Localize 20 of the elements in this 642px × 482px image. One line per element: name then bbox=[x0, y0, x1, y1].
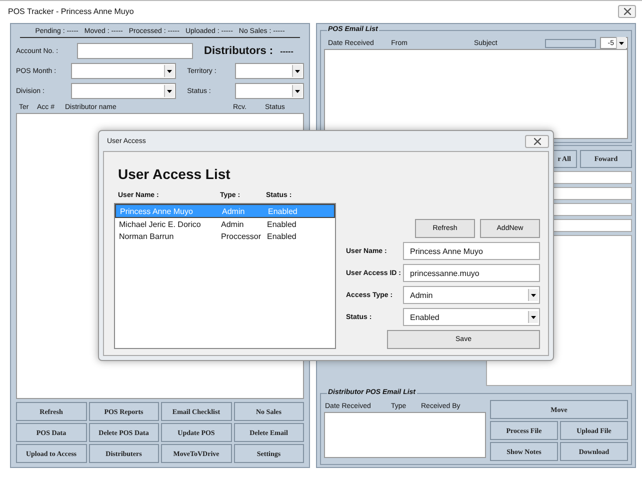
dropdown[interactable] bbox=[71, 63, 176, 79]
close-button[interactable] bbox=[525, 134, 549, 148]
blank-button[interactable] bbox=[545, 38, 596, 48]
user-row[interactable]: Michael Jeric E. Dorico Admin Enabled bbox=[115, 218, 335, 230]
dropdown[interactable] bbox=[71, 83, 176, 99]
dropdown[interactable]: Admin bbox=[403, 286, 540, 304]
text-field[interactable]: princessanne.muyo bbox=[403, 264, 540, 282]
close-icon bbox=[534, 138, 540, 144]
dropdown[interactable]: Enabled bbox=[403, 308, 540, 326]
distributors-count: ----- bbox=[280, 46, 294, 56]
window-title: POS Tracker - Princess Anne Muyo bbox=[8, 6, 134, 16]
distributors-label: Distributors : bbox=[204, 45, 274, 57]
dropdown[interactable] bbox=[235, 83, 304, 99]
account-number-field[interactable] bbox=[77, 43, 193, 59]
close-icon bbox=[624, 8, 630, 14]
user-row[interactable]: Norman Barrun Proccessor Enabled bbox=[115, 230, 335, 242]
dropdown[interactable] bbox=[235, 63, 304, 79]
text-field[interactable]: Princess Anne Muyo bbox=[403, 242, 540, 260]
close-button[interactable] bbox=[618, 4, 636, 18]
dialog-heading: User Access List bbox=[118, 166, 232, 182]
